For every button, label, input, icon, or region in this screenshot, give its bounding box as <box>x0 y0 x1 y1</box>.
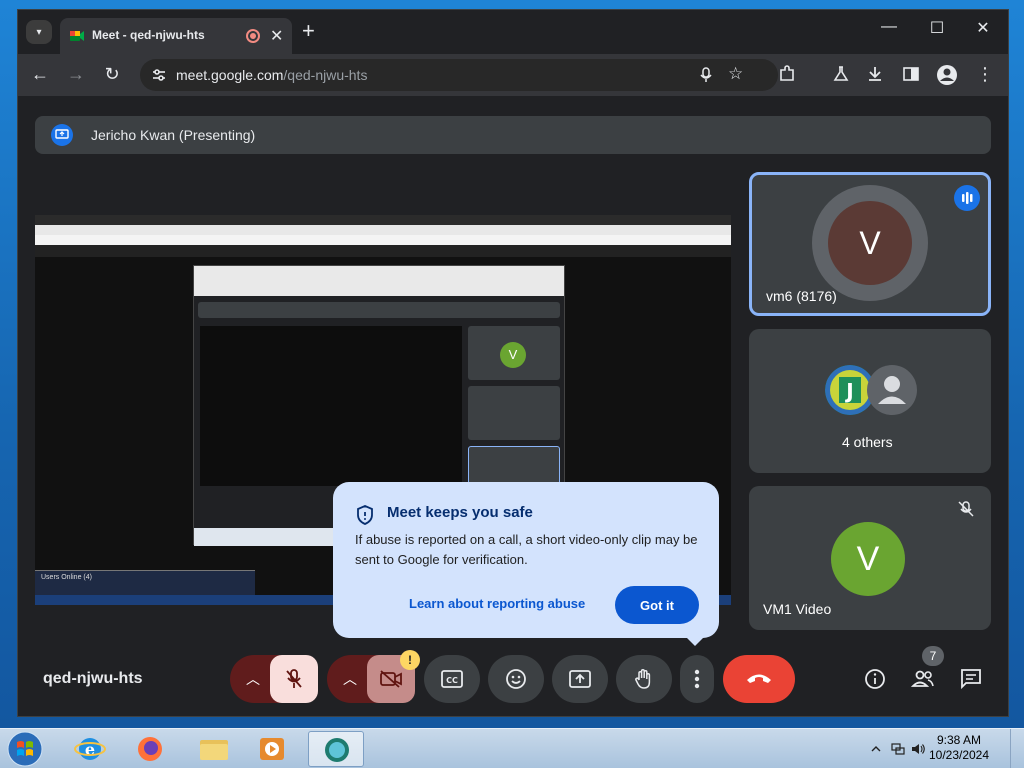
tab-close-icon[interactable]: ✕ <box>270 26 283 46</box>
safety-popup: Meet keeps you safe If abuse is reported… <box>333 482 719 646</box>
taskbar-media-player[interactable] <box>244 731 300 767</box>
meeting-code: qed-njwu-hts <box>43 670 143 687</box>
network-icon[interactable] <box>890 741 906 757</box>
download-icon[interactable] <box>864 64 886 84</box>
participant-tile-others[interactable]: J 4 others <box>749 329 991 473</box>
tray-overflow-icon[interactable] <box>868 741 884 757</box>
others-count-label: 4 others <box>842 434 893 450</box>
forward-button[interactable]: → <box>64 64 88 85</box>
mic-toggle-button[interactable] <box>270 655 318 703</box>
firefox-icon <box>138 737 162 761</box>
extensions-icon[interactable] <box>776 64 798 84</box>
shield-icon <box>357 505 373 525</box>
speaking-indicator-icon <box>954 185 980 211</box>
tab-strip: ▾ Meet - qed-njwu-hts ✕ + — ☐ ✕ <box>18 10 1008 54</box>
present-button[interactable] <box>552 655 608 703</box>
camera-off-icon <box>380 670 402 688</box>
site-info-icon[interactable] <box>150 66 168 84</box>
shared-app-header <box>35 245 731 257</box>
taskbar: e 9:38 AM 10/23/2024 <box>0 728 1024 768</box>
audio-control-group: ︿ <box>230 655 318 703</box>
bookmark-star-icon[interactable]: ☆ <box>728 64 743 84</box>
raise-hand-icon <box>635 669 651 689</box>
show-desktop-button[interactable] <box>1010 729 1024 768</box>
clock-date: 10/23/2024 <box>928 748 990 762</box>
media-player-icon <box>260 738 284 760</box>
meet-app-icon <box>325 738 349 762</box>
chat-icon[interactable] <box>959 667 983 691</box>
url-text: meet.google.com/qed-njwu-hts <box>176 67 368 83</box>
nested-avatar: V <box>500 342 526 368</box>
more-vert-icon <box>694 669 700 689</box>
video-options-chevron-icon[interactable]: ︿ <box>343 669 357 689</box>
maximize-button[interactable]: ☐ <box>914 18 960 38</box>
taskbar-explorer[interactable] <box>186 731 242 767</box>
tab-title: Meet - qed-njwu-hts <box>92 28 205 42</box>
meet-favicon-icon <box>70 31 84 41</box>
presenting-label: Jericho Kwan (Presenting) <box>91 127 256 143</box>
meeting-info-icon[interactable] <box>863 667 887 691</box>
captions-button[interactable]: CC <box>424 655 480 703</box>
address-bar[interactable]: meet.google.com/qed-njwu-hts ☆ <box>140 59 778 91</box>
shared-bookmarks <box>35 235 731 245</box>
shared-tabstrip <box>35 215 731 225</box>
svg-text:J: J <box>844 379 853 403</box>
taskbar-internet-explorer[interactable]: e <box>62 731 118 767</box>
taskbar-chrome-meet[interactable] <box>308 731 364 767</box>
emoji-icon <box>506 669 526 689</box>
new-tab-button[interactable]: + <box>302 18 315 44</box>
participant-tile-vm6[interactable]: V vm6 (8176) <box>749 172 991 316</box>
present-screen-icon <box>569 670 591 688</box>
tab-search-button[interactable]: ▾ <box>26 20 52 44</box>
participant-tile-vm1[interactable]: V VM1 Video <box>749 486 991 630</box>
leave-call-button[interactable] <box>723 655 795 703</box>
participant-count-badge: 7 <box>922 646 944 666</box>
got-it-button[interactable]: Got it <box>615 586 699 624</box>
camera-warning-badge[interactable]: ! <box>400 650 420 670</box>
profile-avatar-icon[interactable] <box>936 64 958 86</box>
reload-button[interactable]: ↻ <box>100 64 124 85</box>
start-button[interactable] <box>4 730 46 768</box>
side-panel-icon[interactable] <box>900 64 922 84</box>
learn-more-link[interactable]: Learn about reporting abuse <box>409 596 585 611</box>
presenter-avatar <box>51 124 73 146</box>
end-call-icon <box>747 674 771 683</box>
browser-menu-icon[interactable]: ⋮ <box>974 64 996 85</box>
participant-name: vm6 (8176) <box>766 288 837 304</box>
close-window-button[interactable]: ✕ <box>960 18 1006 38</box>
people-icon[interactable] <box>911 667 935 691</box>
mic-off-icon <box>286 669 302 688</box>
labs-flask-icon[interactable] <box>830 64 852 84</box>
back-button[interactable]: ← <box>28 64 52 85</box>
participant-avatar: V <box>828 201 912 285</box>
browser-toolbar: ← → ↻ meet.google.com/qed-njwu-hts ☆ ⋮ <box>18 54 1008 96</box>
participant-name: VM1 Video <box>763 601 832 617</box>
system-clock[interactable]: 9:38 AM 10/23/2024 <box>924 733 994 763</box>
recording-icon <box>246 29 260 43</box>
folder-icon <box>200 740 228 760</box>
taskbar-firefox[interactable] <box>122 731 178 767</box>
participant-avatar: V <box>831 522 905 596</box>
tab-meet[interactable]: Meet - qed-njwu-hts ✕ <box>60 18 292 54</box>
audio-options-chevron-icon[interactable]: ︿ <box>246 669 260 689</box>
closed-captions-icon: CC <box>441 670 463 688</box>
minimize-button[interactable]: — <box>866 18 912 36</box>
more-options-button[interactable] <box>680 655 714 703</box>
svg-text:CC: CC <box>446 676 458 685</box>
meet-content: Jericho Kwan (Presenting) V Users Online… <box>18 96 1008 716</box>
reactions-button[interactable] <box>488 655 544 703</box>
raise-hand-button[interactable] <box>616 655 672 703</box>
others-avatar-generic <box>867 365 917 415</box>
internet-explorer-icon: e <box>74 738 106 760</box>
popup-body: If abuse is reported on a call, a short … <box>355 532 698 567</box>
microphone-icon[interactable] <box>698 67 714 83</box>
presenting-bar: Jericho Kwan (Presenting) <box>35 116 991 154</box>
shared-addressbar <box>35 225 731 235</box>
clock-time: 9:38 AM <box>936 733 982 747</box>
browser-window: ▾ Meet - qed-njwu-hts ✕ + — ☐ ✕ ← → ↻ me… <box>17 9 1009 717</box>
muted-mic-icon <box>958 501 974 517</box>
popup-title: Meet keeps you safe <box>387 504 533 521</box>
